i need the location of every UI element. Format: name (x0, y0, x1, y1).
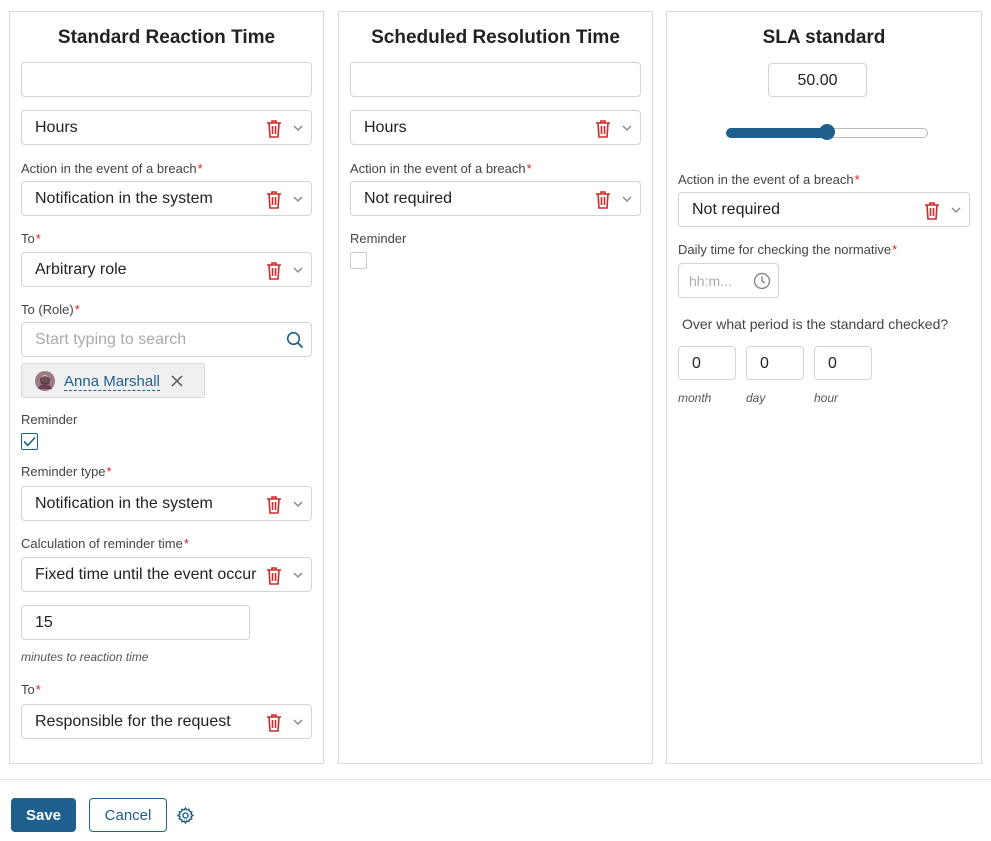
search-placeholder: Start typing to search (35, 331, 187, 348)
user-name-link[interactable]: Anna Marshall (64, 373, 160, 391)
footer-divider (0, 779, 991, 780)
check-icon (23, 436, 36, 447)
resolution-time-panel: Scheduled Resolution Time Hours Action i… (338, 11, 653, 764)
panel-title: Standard Reaction Time (57, 27, 276, 48)
select-value: Responsible for the request (35, 713, 231, 730)
day-input[interactable]: 0 (746, 346, 804, 380)
select-value: Notification in the system (35, 495, 213, 512)
chevron-down-icon[interactable] (621, 123, 633, 133)
chevron-down-icon[interactable] (292, 123, 304, 133)
selected-user-chip: Anna Marshall (21, 363, 205, 398)
chevron-down-icon[interactable] (292, 717, 304, 727)
trash-icon[interactable] (594, 119, 612, 139)
breach-action-select[interactable]: Not required (350, 181, 641, 216)
trash-icon[interactable] (265, 713, 283, 733)
to-role-label: To (Role)* (21, 302, 80, 317)
breach-label: Action in the event of a breach* (678, 172, 860, 187)
gear-icon[interactable] (176, 806, 195, 825)
reaction-unit-select[interactable]: Hours (21, 110, 312, 145)
to2-select[interactable]: Responsible for the request (21, 704, 312, 739)
trash-icon[interactable] (265, 495, 283, 515)
period-label: Over what period is the standard checked… (682, 316, 949, 332)
month-input[interactable]: 0 (678, 346, 736, 380)
resolution-unit-select[interactable]: Hours (350, 110, 641, 145)
panel-title: SLA standard (762, 27, 886, 48)
minutes-input[interactable]: 15 (21, 605, 250, 640)
reminder-type-label: Reminder type* (21, 464, 112, 479)
panel-title: Scheduled Resolution Time (371, 27, 620, 48)
chevron-down-icon[interactable] (621, 194, 633, 204)
avatar (35, 371, 55, 391)
clock-icon[interactable] (753, 272, 771, 290)
select-value: Hours (364, 119, 407, 136)
chevron-down-icon[interactable] (292, 499, 304, 509)
sla-standard-panel: SLA standard 50.00 Action in the event o… (666, 11, 982, 764)
trash-icon[interactable] (265, 119, 283, 139)
chevron-down-icon[interactable] (950, 205, 962, 215)
select-value: Arbitrary role (35, 261, 127, 278)
chevron-down-icon[interactable] (292, 194, 304, 204)
sla-slider-track[interactable] (726, 124, 928, 140)
reaction-time-input[interactable] (21, 62, 312, 97)
chevron-down-icon[interactable] (292, 265, 304, 275)
trash-icon[interactable] (265, 566, 283, 586)
select-value: Not required (692, 201, 781, 218)
to-label: To* (21, 231, 41, 246)
chevron-down-icon[interactable] (292, 570, 304, 580)
cancel-button[interactable]: Cancel (89, 798, 167, 832)
calc-select[interactable]: Fixed time until the event occurs (21, 557, 312, 592)
calc-label: Calculation of reminder time* (21, 536, 189, 551)
reaction-time-panel: Standard Reaction Time Hours Action in t… (9, 11, 324, 764)
sla-value-input[interactable]: 50.00 (768, 63, 867, 97)
role-search-input[interactable]: Start typing to search (21, 322, 312, 357)
breach-action-select[interactable]: Not required (678, 192, 970, 227)
reminder-label: Reminder (350, 231, 407, 246)
to2-label: To* (21, 682, 41, 697)
reminder-label: Reminder (21, 412, 78, 427)
select-value: Fixed time until the event occurs (35, 566, 257, 583)
to-select[interactable]: Arbitrary role (21, 252, 312, 287)
sla-slider-thumb[interactable] (819, 124, 835, 140)
trash-icon[interactable] (265, 261, 283, 281)
sla-slider-fill (726, 128, 828, 138)
select-value: Not required (364, 190, 453, 207)
daily-time-input[interactable]: hh:m... (678, 263, 779, 298)
reminder-checkbox[interactable] (350, 252, 367, 269)
search-icon[interactable] (286, 331, 304, 349)
daily-time-label: Daily time for checking the normative* (678, 242, 898, 257)
reminder-checkbox[interactable] (21, 433, 38, 450)
breach-label: Action in the event of a breach* (21, 161, 203, 176)
hour-input[interactable]: 0 (814, 346, 872, 380)
breach-action-select[interactable]: Notification in the system (21, 181, 312, 216)
save-button[interactable]: Save (11, 798, 76, 832)
trash-icon[interactable] (923, 201, 941, 221)
resolution-time-input[interactable] (350, 62, 641, 97)
month-label: month (678, 391, 712, 405)
select-value: Hours (35, 119, 78, 136)
close-icon[interactable] (171, 375, 183, 387)
day-label: day (746, 391, 766, 405)
select-value: Notification in the system (35, 190, 213, 207)
reminder-type-select[interactable]: Notification in the system (21, 486, 312, 521)
trash-icon[interactable] (594, 190, 612, 210)
hour-label: hour (814, 391, 839, 405)
breach-label: Action in the event of a breach* (350, 161, 532, 176)
trash-icon[interactable] (265, 190, 283, 210)
minutes-hint: minutes to reaction time (21, 650, 149, 664)
